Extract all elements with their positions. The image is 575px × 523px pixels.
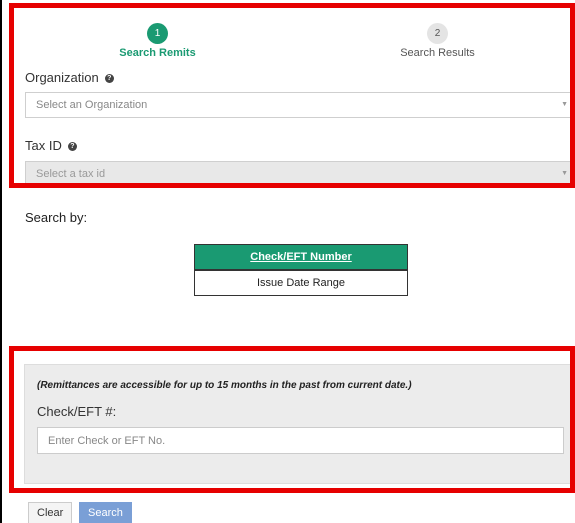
help-icon[interactable]: ? bbox=[104, 74, 114, 84]
step-search-remits[interactable]: 1 Search Remits bbox=[100, 23, 215, 59]
help-icon[interactable]: ? bbox=[67, 142, 77, 152]
dropdown-arrow-icon: ▼ bbox=[561, 101, 568, 108]
step-number-badge: 2 bbox=[427, 23, 448, 44]
organization-select[interactable]: Select an Organization ▼ bbox=[25, 92, 575, 118]
left-border bbox=[0, 0, 2, 523]
clear-button[interactable]: Clear bbox=[28, 502, 73, 523]
step-label: Search Remits bbox=[119, 47, 196, 59]
check-eft-field-label: Check/EFT #: bbox=[37, 404, 117, 419]
remittance-note: (Remittances are accessible for up to 15… bbox=[37, 380, 412, 391]
check-eft-input[interactable] bbox=[37, 427, 564, 454]
tax-id-label: Tax ID? bbox=[25, 138, 77, 153]
tax-id-label-text: Tax ID bbox=[25, 138, 62, 153]
issue-date-range-toggle[interactable]: Issue Date Range bbox=[194, 270, 408, 296]
step-number-badge: 1 bbox=[147, 23, 168, 44]
step-label: Search Results bbox=[400, 47, 475, 59]
step-search-results[interactable]: 2 Search Results bbox=[380, 23, 495, 59]
dropdown-arrow-icon: ▼ bbox=[561, 170, 568, 177]
tax-id-select-placeholder: Select a tax id bbox=[36, 168, 106, 180]
organization-label: Organization? bbox=[25, 70, 114, 85]
check-eft-number-toggle[interactable]: Check/EFT Number bbox=[194, 244, 408, 270]
search-button[interactable]: Search bbox=[79, 502, 132, 523]
search-by-label: Search by: bbox=[25, 210, 88, 225]
tax-id-select[interactable]: Select a tax id ▼ bbox=[25, 161, 575, 187]
organization-label-text: Organization bbox=[25, 70, 99, 85]
organization-select-placeholder: Select an Organization bbox=[36, 99, 148, 111]
